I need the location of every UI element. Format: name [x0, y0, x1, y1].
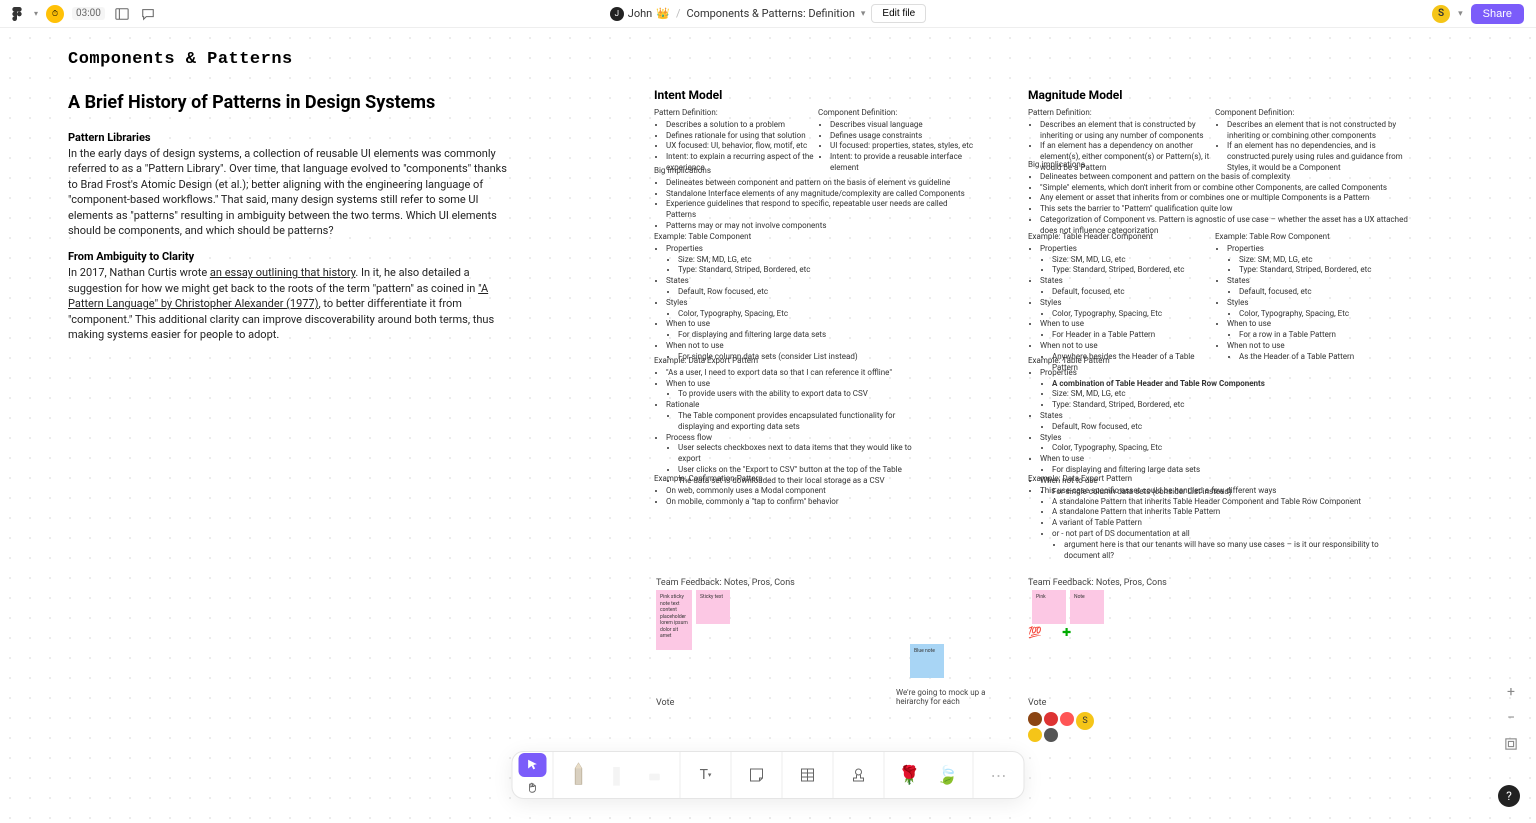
sticky-note[interactable]: Pink sticky note text content placeholde…	[656, 590, 692, 650]
share-button[interactable]: Share	[1471, 4, 1524, 24]
breadcrumb-sep: /	[676, 7, 681, 20]
intent-component-def: Component Definition: Describes visual l…	[818, 108, 978, 174]
zoom-out-button[interactable]: −	[1502, 709, 1520, 727]
panel-icon[interactable]	[113, 5, 131, 23]
user-menu-chevron-icon[interactable]: ▾	[1458, 9, 1463, 19]
intent-pattern-def: Pattern Definition: Describes a solution…	[654, 108, 834, 174]
marker-tool[interactable]	[598, 756, 636, 794]
sticky-tool[interactable]	[738, 756, 776, 794]
file-name[interactable]: Components & Patterns: Definition	[687, 7, 855, 20]
comment-icon[interactable]	[139, 5, 157, 23]
hierarchy-caption: We're going to mock up a heirarchy for e…	[896, 688, 1016, 706]
sticky-note[interactable]: Pink	[1032, 590, 1066, 624]
vote-avatar[interactable]	[1044, 728, 1058, 742]
zoom-controls: + −	[1502, 683, 1520, 753]
owner-name: John	[628, 7, 652, 20]
reaction-emoji[interactable]: 💯	[1028, 626, 1042, 639]
current-user-avatar[interactable]: S	[1432, 5, 1450, 23]
sticker-bud-tool[interactable]: 🌹	[891, 756, 929, 794]
owner-chip[interactable]: J John 👑	[610, 7, 670, 21]
intent-ex-table: Example: Table Component PropertiesSize:…	[654, 232, 914, 363]
figjam-logo-icon[interactable]	[12, 7, 26, 21]
intent-feedback-label: Team Feedback: Notes, Pros, Cons	[656, 578, 795, 588]
pencil-tool[interactable]	[560, 756, 598, 794]
help-button[interactable]: ?	[1498, 785, 1520, 807]
essay-column: A Brief History of Patterns in Design Sy…	[68, 92, 508, 342]
sticky-note[interactable]: Blue note	[910, 644, 944, 678]
edit-file-button[interactable]: Edit file	[871, 4, 926, 23]
timer-avatar: ⏱	[46, 5, 64, 23]
mag-ex-data-export: Example: Data Export Pattern This use-ca…	[1028, 474, 1388, 561]
crown-icon: 👑	[656, 7, 670, 20]
text-tool[interactable]: T▾	[687, 756, 725, 794]
essay-heading: A Brief History of Patterns in Design Sy…	[68, 92, 508, 113]
sticky-note[interactable]: Note	[1070, 590, 1104, 624]
sticky-note[interactable]: Sticky text	[696, 590, 730, 624]
intent-ex-export: Example: Data Export Pattern "As a user,…	[654, 356, 914, 487]
zoom-fit-button[interactable]	[1502, 735, 1520, 753]
mag-implications: Big implications Delineates between comp…	[1028, 160, 1408, 237]
vote-avatar[interactable]: S	[1076, 712, 1094, 730]
eraser-tool[interactable]	[636, 756, 674, 794]
section-title: From Ambiguity to Clarity	[68, 250, 508, 263]
essay-link[interactable]: an essay outlining that history	[210, 266, 355, 279]
vote-avatars-row2	[1028, 728, 1058, 742]
intent-implications: Big implications Delineates between comp…	[654, 166, 974, 232]
stamp-tool[interactable]	[840, 756, 878, 794]
add-reaction-icon[interactable]: ✚	[1062, 626, 1071, 639]
vote-avatar[interactable]	[1028, 728, 1042, 742]
file-menu-chevron-icon[interactable]: ▾	[861, 9, 866, 19]
mag-ex-header: Example: Table Header Component Properti…	[1028, 232, 1218, 373]
vote-avatar[interactable]	[1060, 712, 1074, 726]
pointer-tool[interactable]	[519, 753, 547, 777]
section-body: In 2017, Nathan Curtis wrote an essay ou…	[68, 265, 508, 342]
hand-tool[interactable]	[519, 777, 547, 797]
canvas[interactable]: Components & Patterns A Brief History of…	[0, 28, 1536, 823]
intent-ex-confirm: Example: Confirmation Pattern On web, co…	[654, 474, 914, 507]
section-body: In the early days of design systems, a c…	[68, 146, 508, 238]
section-title: Pattern Libraries	[68, 131, 508, 144]
vote-avatar[interactable]	[1044, 712, 1058, 726]
timer[interactable]: 03:00	[72, 7, 105, 20]
bottom-toolbar: T▾ 🌹 🍃 ⋯	[512, 751, 1025, 799]
intent-title: Intent Model	[654, 88, 722, 102]
more-tools[interactable]: ⋯	[980, 756, 1018, 794]
sticker-leaf-tool[interactable]: 🍃	[929, 756, 967, 794]
magnitude-title: Magnitude Model	[1028, 88, 1122, 102]
page-title: Components & Patterns	[68, 50, 293, 69]
mag-vote-label: Vote	[1028, 698, 1046, 708]
chevron-down-icon[interactable]: ▾	[34, 9, 38, 18]
table-tool[interactable]	[789, 756, 827, 794]
mag-ex-row: Example: Table Row Component PropertiesS…	[1215, 232, 1405, 363]
intent-vote-label: Vote	[656, 698, 674, 708]
mag-feedback-label: Team Feedback: Notes, Pros, Cons	[1028, 578, 1167, 588]
vote-avatar[interactable]	[1028, 712, 1042, 726]
zoom-in-button[interactable]: +	[1502, 683, 1520, 701]
topbar: ▾ ⏱ 03:00 J John 👑 / Components & Patter…	[0, 0, 1536, 28]
